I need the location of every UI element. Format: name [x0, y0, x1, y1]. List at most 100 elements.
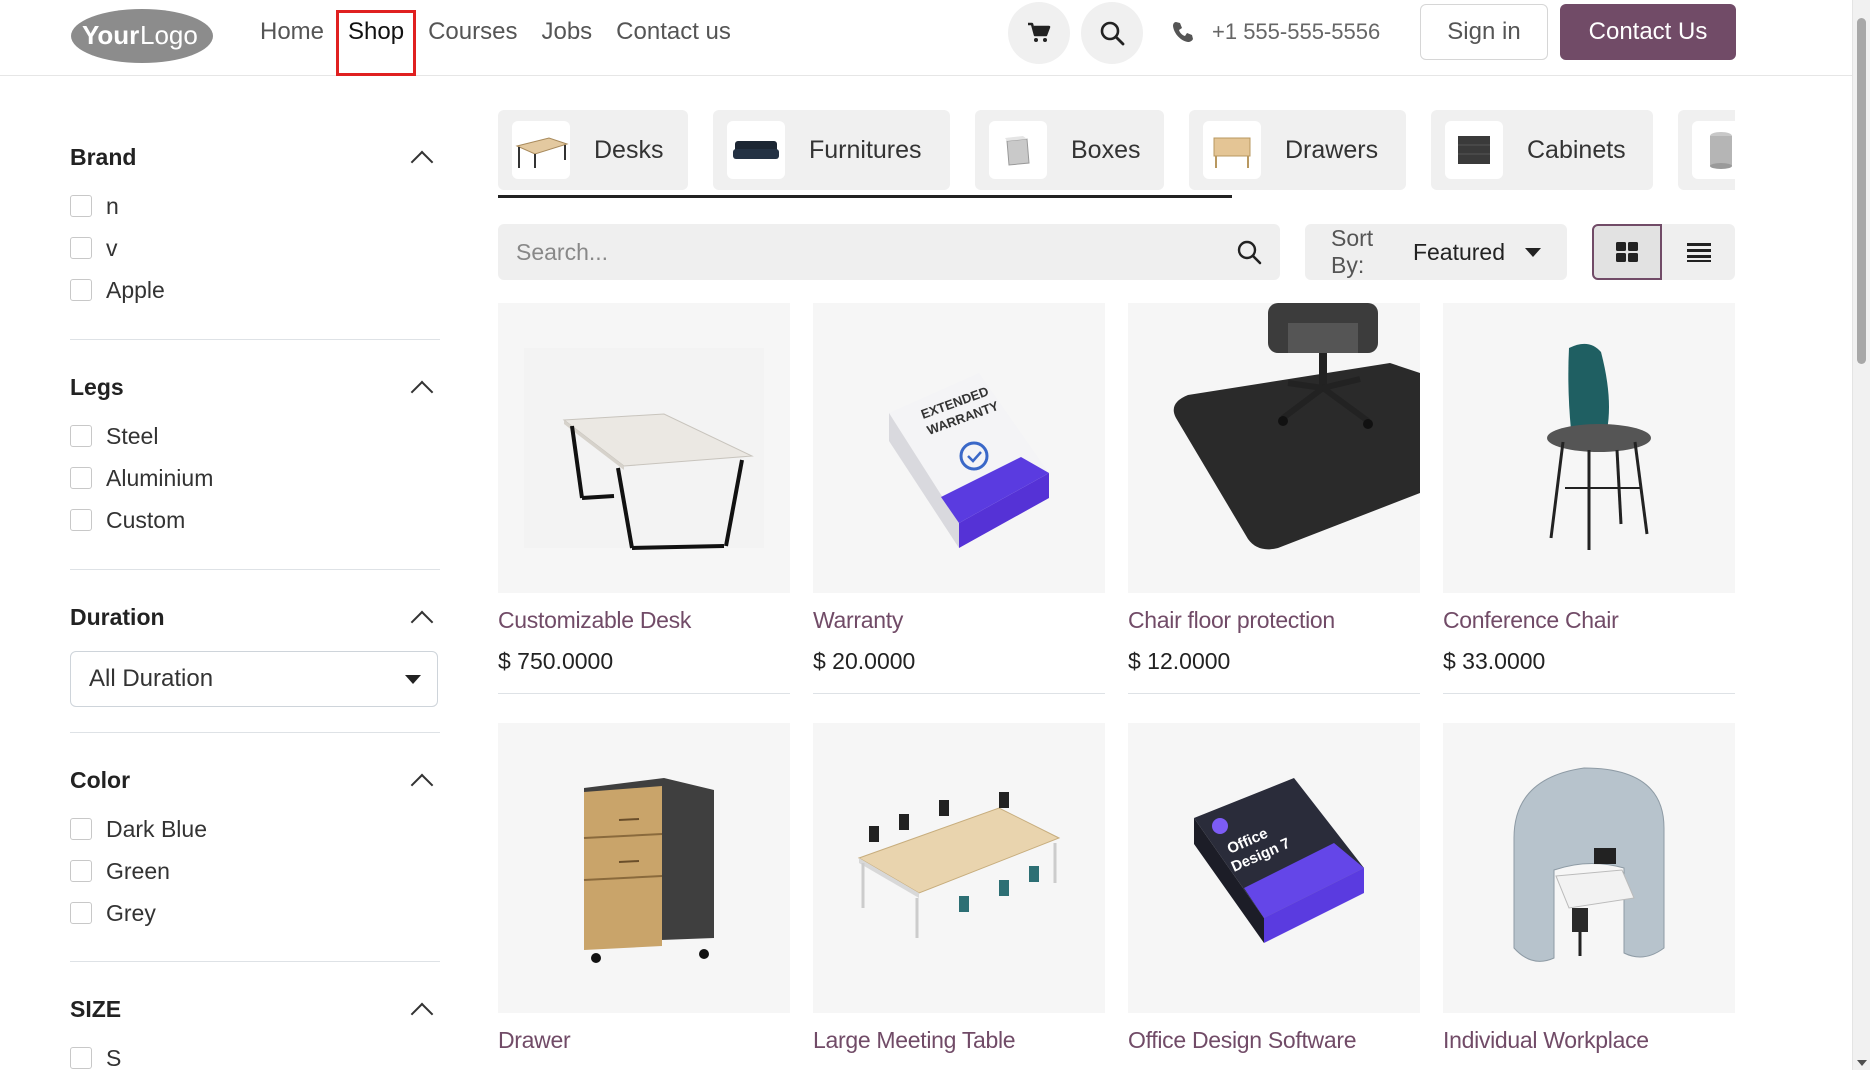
search-button[interactable]: [1081, 2, 1143, 64]
checkbox[interactable]: [70, 425, 92, 447]
category-boxes[interactable]: Boxes: [975, 110, 1164, 190]
phone-icon: [1173, 22, 1193, 42]
checkbox[interactable]: [70, 1047, 92, 1069]
checkbox[interactable]: [70, 279, 92, 301]
category-label: Desks: [594, 135, 664, 164]
caret-down-icon: [405, 674, 421, 684]
scroll-down-arrow-icon[interactable]: [1857, 1060, 1867, 1066]
checkbox[interactable]: [70, 860, 92, 882]
checkbox[interactable]: [70, 818, 92, 840]
filter-option-label: Dark Blue: [106, 815, 207, 842]
chevron-up-icon[interactable]: [410, 380, 434, 403]
product-name[interactable]: Chair floor protection: [1128, 607, 1420, 634]
chevron-up-icon[interactable]: [410, 150, 434, 173]
filter-brand: Brand n v Apple: [70, 100, 440, 340]
page-scrollbar[interactable]: [1852, 0, 1870, 1070]
category-furnitures[interactable]: Furnitures: [713, 110, 950, 190]
product-card[interactable]: Large Meeting Table: [813, 723, 1105, 1054]
contact-us-button[interactable]: Contact Us: [1560, 4, 1736, 60]
cart-button[interactable]: [1008, 2, 1070, 64]
filter-brand-header[interactable]: Brand: [70, 100, 440, 173]
filter-duration-title: Duration: [70, 604, 165, 630]
product-card[interactable]: Office Design 7 Office Design Software: [1128, 723, 1420, 1054]
product-card[interactable]: Customizable Desk $ 750.0000: [498, 303, 790, 694]
floor-mat-image[interactable]: [1128, 303, 1420, 593]
nav-courses[interactable]: Courses: [416, 0, 529, 64]
product-name[interactable]: Large Meeting Table: [813, 1027, 1105, 1054]
checkbox[interactable]: [70, 237, 92, 259]
drawer-image[interactable]: [498, 723, 790, 1013]
scrollbar-thumb[interactable]: [1857, 18, 1866, 364]
product-card[interactable]: Individual Workplace: [1443, 723, 1735, 1054]
duration-select[interactable]: All Duration: [70, 651, 438, 707]
logo[interactable]: Your Logo: [70, 6, 214, 64]
workplace-pod-image[interactable]: [1443, 723, 1735, 1013]
checkbox[interactable]: [70, 509, 92, 531]
filter-legs-header[interactable]: Legs: [70, 340, 440, 403]
product-card[interactable]: EXTENDED WARRANTY Warranty $ 20.0000: [813, 303, 1105, 694]
sign-in-button[interactable]: Sign in: [1420, 4, 1548, 60]
filter-option-label: Apple: [106, 276, 165, 303]
checkbox[interactable]: [70, 467, 92, 489]
drawer-icon: [1203, 121, 1261, 179]
filter-option[interactable]: S: [70, 1037, 440, 1070]
desk-icon: [512, 121, 570, 179]
filter-duration-header[interactable]: Duration: [70, 570, 440, 633]
search-input[interactable]: [516, 238, 1236, 266]
filter-option[interactable]: n: [70, 185, 440, 227]
chevron-up-icon[interactable]: [410, 610, 434, 633]
product-card[interactable]: Drawer: [498, 723, 790, 1054]
chevron-up-icon[interactable]: [410, 773, 434, 796]
warranty-box-image[interactable]: EXTENDED WARRANTY: [813, 303, 1105, 593]
list-icon: [1686, 243, 1711, 262]
filter-option[interactable]: Green: [70, 850, 440, 892]
filter-option-label: v: [106, 234, 118, 261]
nav-jobs[interactable]: Jobs: [529, 0, 604, 64]
grid-view-button[interactable]: [1592, 224, 1662, 280]
search-icon[interactable]: [1236, 239, 1262, 265]
category-bins[interactable]: [1678, 110, 1735, 190]
card-divider: [498, 693, 790, 694]
nav-home[interactable]: Home: [248, 0, 336, 64]
meeting-table-image[interactable]: [813, 723, 1105, 1013]
filter-option[interactable]: Dark Blue: [70, 808, 440, 850]
software-box-image[interactable]: Office Design 7: [1128, 723, 1420, 1013]
product-name[interactable]: Office Design Software: [1128, 1027, 1420, 1054]
checkbox[interactable]: [70, 902, 92, 924]
desk-image[interactable]: [498, 303, 790, 593]
product-name[interactable]: Warranty: [813, 607, 1105, 634]
product-name[interactable]: Customizable Desk: [498, 607, 790, 634]
product-price: $ 750.0000: [498, 648, 614, 674]
filter-duration: Duration All Duration: [70, 570, 440, 733]
chair-image[interactable]: [1443, 303, 1735, 593]
category-drawers[interactable]: Drawers: [1189, 110, 1406, 190]
nav-shop[interactable]: Shop: [336, 0, 417, 76]
product-search: [498, 224, 1280, 280]
checkbox[interactable]: [70, 195, 92, 217]
filter-option[interactable]: Aluminium: [70, 457, 440, 499]
box-icon: [989, 121, 1047, 179]
filter-option[interactable]: Steel: [70, 415, 440, 457]
sofa-icon: [727, 121, 785, 179]
filter-option[interactable]: v: [70, 227, 440, 269]
nav-contact-us[interactable]: Contact us: [604, 0, 743, 64]
product-price: $ 33.0000: [1443, 648, 1546, 674]
chevron-up-icon[interactable]: [410, 1002, 434, 1025]
category-cabinets[interactable]: Cabinets: [1431, 110, 1653, 190]
list-view-button[interactable]: [1662, 224, 1735, 280]
product-card[interactable]: Chair floor protection $ 12.0000: [1128, 303, 1420, 694]
product-card[interactable]: Conference Chair $ 33.0000: [1443, 303, 1735, 694]
sort-value: Featured: [1412, 238, 1505, 265]
filter-option[interactable]: Custom: [70, 499, 440, 541]
filter-option[interactable]: Grey: [70, 892, 440, 934]
product-name[interactable]: Drawer: [498, 1027, 790, 1054]
product-name[interactable]: Conference Chair: [1443, 607, 1735, 634]
product-name[interactable]: Individual Workplace: [1443, 1027, 1735, 1054]
filter-size-header[interactable]: SIZE: [70, 962, 440, 1025]
filter-option[interactable]: Apple: [70, 269, 440, 311]
search-icon: [1100, 21, 1125, 46]
category-desks[interactable]: Desks: [498, 110, 688, 190]
filter-color-header[interactable]: Color: [70, 733, 440, 796]
sort-dropdown[interactable]: Sort By: Featured: [1305, 224, 1567, 280]
phone-contact[interactable]: +1 555-555-5556: [1172, 0, 1380, 64]
